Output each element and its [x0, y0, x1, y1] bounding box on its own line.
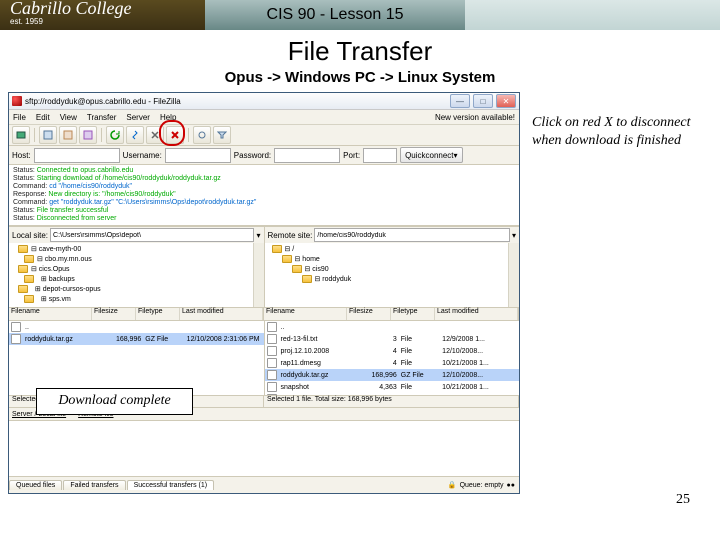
college-est: est. 1959: [10, 15, 205, 29]
toggle-queue-button[interactable]: [79, 126, 97, 144]
file-lists: ..roddyduk.tar.gz168,996GZ File12/10/200…: [9, 321, 519, 396]
menu-edit[interactable]: Edit: [36, 113, 50, 122]
file-icon: [267, 346, 277, 356]
disconnect-button[interactable]: [166, 126, 184, 144]
callout-download-complete: Download complete: [36, 388, 193, 415]
quickconnect-bar: Host: Username: Password: Port: Quickcon…: [9, 146, 519, 165]
refresh-button[interactable]: [106, 126, 124, 144]
lock-icon: 🔒: [448, 481, 457, 489]
tab-successful[interactable]: Successful transfers (1): [127, 480, 215, 490]
local-columns[interactable]: Filename Filesize Filetype Last modified: [9, 308, 264, 320]
username-input[interactable]: [165, 148, 231, 163]
port-label: Port:: [343, 151, 360, 160]
remote-columns[interactable]: Filename Filesize Filetype Last modified: [264, 308, 519, 320]
menu-view[interactable]: View: [60, 113, 77, 122]
filter-button[interactable]: [213, 126, 231, 144]
file-row[interactable]: ssmfile282File10/21/2008 1...: [265, 393, 520, 395]
list-column-headers: Filename Filesize Filetype Last modified…: [9, 308, 519, 321]
folder-trees: ⊟ cave-myth-00⊟ cbo.my.mn.ous⊟ cics.Opus…: [9, 243, 519, 308]
file-icon: [267, 370, 277, 380]
remote-site-label: Remote site:: [268, 231, 313, 240]
host-input[interactable]: [34, 148, 120, 163]
file-icon: [267, 334, 277, 344]
password-label: Password:: [234, 151, 271, 160]
local-file-list[interactable]: ..roddyduk.tar.gz168,996GZ File12/10/200…: [9, 321, 265, 395]
page-number: 25: [676, 492, 690, 508]
host-label: Host:: [12, 151, 31, 160]
password-input[interactable]: [274, 148, 340, 163]
menubar[interactable]: File Edit View Transfer Server Help New …: [9, 110, 519, 125]
remote-status: Selected 1 file. Total size: 168,996 byt…: [264, 396, 519, 407]
local-site-label: Local site:: [12, 231, 48, 240]
file-row[interactable]: roddyduk.tar.gz168,996GZ File12/10/2008 …: [9, 333, 264, 345]
reconnect-button[interactable]: [193, 126, 211, 144]
file-row[interactable]: roddyduk.tar.gz168,996GZ File12/10/2008.…: [265, 369, 520, 381]
port-input[interactable]: [363, 148, 397, 163]
banner-decor: [465, 0, 720, 30]
toggle-tree-button[interactable]: [59, 126, 77, 144]
slide-stage: sftp://roddyduk@opus.cabrillo.edu - File…: [0, 92, 720, 512]
file-row[interactable]: red-13-fil.txt3File12/9/2008 1...: [265, 333, 520, 345]
menu-server[interactable]: Server: [126, 113, 150, 122]
transfer-queue[interactable]: [9, 421, 519, 477]
site-manager-button[interactable]: [12, 126, 30, 144]
cancel-button[interactable]: [146, 126, 164, 144]
maximize-button[interactable]: □: [473, 94, 493, 108]
scrollbar[interactable]: [253, 243, 264, 307]
slide-title: File Transfer: [0, 36, 720, 67]
file-icon: [11, 334, 21, 344]
minimize-button[interactable]: —: [450, 94, 470, 108]
window-title: sftp://roddyduk@opus.cabrillo.edu - File…: [25, 97, 447, 106]
close-button[interactable]: ✕: [496, 94, 516, 108]
quickconnect-button[interactable]: Quickconnect ▾: [400, 147, 462, 163]
remote-file-list[interactable]: ..red-13-fil.txt3File12/9/2008 1...proj.…: [265, 321, 520, 395]
queue-tabs: Queued files Failed transfers Successful…: [9, 477, 519, 493]
tab-failed[interactable]: Failed transfers: [63, 480, 125, 490]
queue-indicator-icon: ●●: [507, 482, 515, 489]
slide-banner: Cabrillo College est. 1959 CIS 90 - Less…: [0, 0, 720, 30]
lesson-label: CIS 90 - Lesson 15: [205, 0, 465, 30]
file-row[interactable]: proj.12.10.20084File12/10/2008...: [265, 345, 520, 357]
remote-path-input[interactable]: [314, 228, 510, 242]
local-path-input[interactable]: [50, 228, 254, 242]
local-tree[interactable]: ⊟ cave-myth-00⊟ cbo.my.mn.ous⊟ cics.Opus…: [9, 243, 265, 307]
site-paths: Local site: ▾ Remote site: ▾: [9, 226, 519, 243]
file-row[interactable]: rap11.dmesg4File10/21/2008 1...: [265, 357, 520, 369]
college-name: Cabrillo College: [10, 1, 205, 15]
app-icon: [12, 96, 22, 106]
file-icon: [267, 394, 277, 395]
menu-transfer[interactable]: Transfer: [87, 113, 117, 122]
file-row[interactable]: snapshot4,363File10/21/2008 1...: [265, 381, 520, 393]
queue-status-text: Queue: empty: [460, 482, 504, 489]
remote-tree[interactable]: ⊟ /⊟ home⊟ cis90⊟ roddyduk: [265, 243, 520, 307]
window-titlebar[interactable]: sftp://roddyduk@opus.cabrillo.edu - File…: [9, 93, 519, 110]
slide-subtitle: Opus -> Windows PC -> Linux System: [0, 69, 720, 86]
process-queue-button[interactable]: [126, 126, 144, 144]
menu-file[interactable]: File: [13, 113, 26, 122]
file-icon: [267, 358, 277, 368]
remote-path-dropdown-icon[interactable]: ▾: [512, 231, 516, 240]
toolbar: [9, 125, 519, 146]
local-path-dropdown-icon[interactable]: ▾: [256, 231, 260, 240]
username-label: Username:: [123, 151, 162, 160]
callout-disconnect: Click on red X to disconnect when downlo…: [532, 114, 712, 150]
scrollbar[interactable]: [508, 243, 519, 307]
toggle-log-button[interactable]: [39, 126, 57, 144]
message-log[interactable]: Status: Connected to opus.cabrillo.eduSt…: [9, 165, 519, 226]
tab-queued[interactable]: Queued files: [9, 480, 62, 490]
college-logo: Cabrillo College est. 1959: [0, 0, 205, 30]
new-version-notice[interactable]: New version available!: [435, 113, 515, 122]
menu-help[interactable]: Help: [160, 113, 176, 122]
filezilla-window: sftp://roddyduk@opus.cabrillo.edu - File…: [8, 92, 520, 494]
file-icon: [267, 382, 277, 392]
